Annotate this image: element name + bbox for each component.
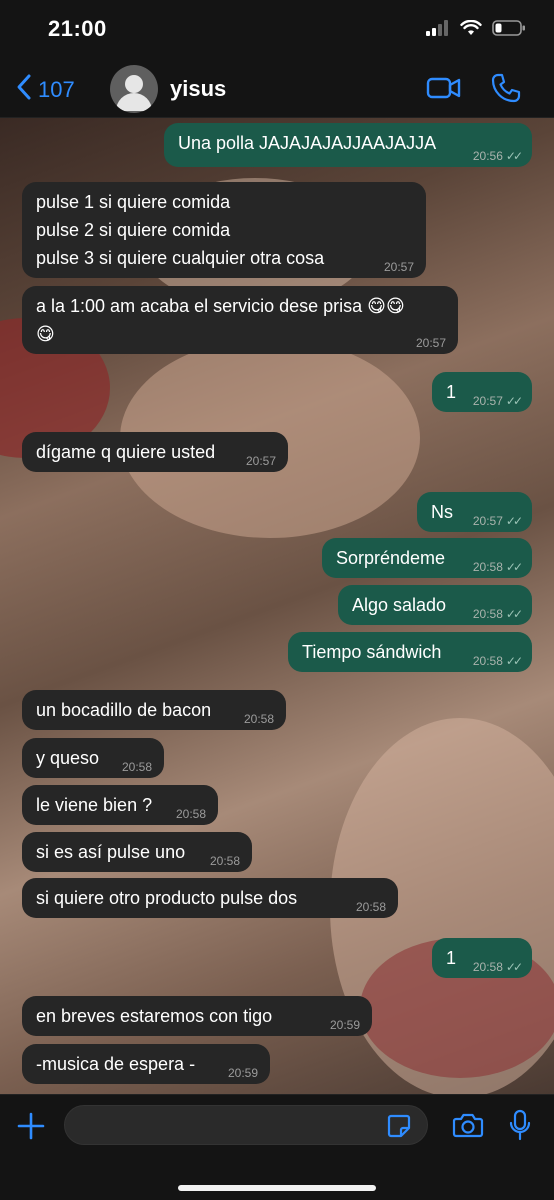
message-time: 20:58 [243, 712, 274, 726]
back-button[interactable]: 107 [16, 73, 75, 107]
message-time: 20:56 [472, 149, 503, 163]
contact-avatar[interactable] [110, 65, 158, 113]
message-time: 20:58 [355, 900, 386, 914]
sticker-icon[interactable] [386, 1113, 412, 1144]
person-icon [116, 75, 152, 111]
chat-area[interactable]: Una polla JAJAJAJAJJAAJAJJA 20:56 ✓✓ puls… [0, 118, 554, 1094]
message-bubble-incoming[interactable]: si quiere otro producto pulse dos 20:58 [22, 878, 398, 918]
contact-name[interactable]: yisus [170, 76, 226, 102]
message-time: 20:58 [472, 607, 503, 621]
message-time: 20:58 [472, 560, 503, 574]
message-text: a la 1:00 am acaba el servicio dese pris… [36, 296, 405, 344]
message-time: 20:59 [227, 1066, 258, 1080]
double-check-icon: ✓✓ [505, 149, 523, 163]
message-time: 20:57 [415, 336, 446, 350]
message-bubble-incoming[interactable]: si es así pulse uno 20:58 [22, 832, 252, 872]
message-bubble-incoming[interactable]: un bocadillo de bacon 20:58 [22, 690, 286, 730]
message-text: -musica de espera - [36, 1054, 196, 1074]
double-check-icon: ✓✓ [505, 607, 523, 621]
microphone-icon[interactable] [508, 1109, 532, 1148]
message-bubble-incoming[interactable]: le viene bien ? 20:58 [22, 785, 218, 825]
double-check-icon: ✓✓ [505, 514, 523, 528]
message-bubble-incoming[interactable]: pulse 1 si quiere comida pulse 2 si quie… [22, 182, 426, 278]
message-bubble-outgoing[interactable]: Sorpréndeme 20:58 ✓✓ [322, 538, 532, 578]
message-bubble-outgoing[interactable]: Una polla JAJAJAJAJJAAJAJJA 20:56 ✓✓ [164, 123, 532, 167]
message-text: en breves estaremos con tigo [36, 1006, 273, 1026]
message-time: 20:58 [175, 807, 206, 821]
message-bubble-incoming[interactable]: y queso 20:58 [22, 738, 164, 778]
message-bubble-incoming[interactable]: dígame q quiere usted 20:57 [22, 432, 288, 472]
message-time: 20:57 [472, 394, 503, 408]
message-time: 20:58 [209, 854, 240, 868]
message-bubble-incoming[interactable]: -musica de espera - 20:59 [22, 1044, 270, 1084]
composer-bar [0, 1094, 554, 1200]
status-bar: 21:00 [0, 0, 554, 60]
cellular-signal-icon [426, 20, 450, 41]
message-bubble-outgoing[interactable]: 1 20:57 ✓✓ [432, 372, 532, 412]
status-time: 21:00 [48, 16, 107, 41]
message-text: si quiere otro producto pulse dos [36, 888, 298, 908]
message-time: 20:58 [472, 960, 503, 974]
message-bubble-incoming[interactable]: en breves estaremos con tigo 20:59 [22, 996, 372, 1036]
battery-icon [492, 20, 526, 41]
double-check-icon: ✓✓ [505, 394, 523, 408]
message-input[interactable] [64, 1105, 428, 1145]
message-time: 20:57 [472, 514, 503, 528]
message-bubble-outgoing[interactable]: Tiempo sándwich 20:58 ✓✓ [288, 632, 532, 672]
chevron-left-icon [16, 73, 32, 107]
message-bubble-outgoing[interactable]: 1 20:58 ✓✓ [432, 938, 532, 978]
double-check-icon: ✓✓ [505, 654, 523, 668]
video-call-icon[interactable] [426, 74, 462, 107]
message-time: 20:59 [329, 1018, 360, 1032]
chat-header: 107 yisus [0, 60, 554, 118]
message-text: si es así pulse uno [36, 842, 186, 862]
message-bubble-outgoing[interactable]: Ns 20:57 ✓✓ [417, 492, 532, 532]
message-text: pulse 1 si quiere comida pulse 2 si quie… [36, 192, 325, 268]
message-text: un bocadillo de bacon [36, 700, 212, 720]
status-icons [426, 19, 526, 41]
message-text: Una polla JAJAJAJAJJAAJAJJA [178, 133, 437, 153]
message-time: 20:57 [245, 454, 276, 468]
message-time: 20:58 [472, 654, 503, 668]
unread-count: 107 [38, 77, 75, 102]
double-check-icon: ✓✓ [505, 560, 523, 574]
camera-icon[interactable] [452, 1111, 484, 1144]
double-check-icon: ✓✓ [505, 960, 523, 974]
message-time: 20:57 [383, 260, 414, 274]
home-indicator[interactable] [178, 1185, 376, 1191]
message-text: dígame q quiere usted [36, 442, 216, 462]
message-time: 20:58 [121, 760, 152, 774]
wifi-icon [460, 19, 482, 41]
message-bubble-outgoing[interactable]: Algo salado 20:58 ✓✓ [338, 585, 532, 625]
plus-icon[interactable] [16, 1111, 46, 1146]
message-bubble-incoming[interactable]: a la 1:00 am acaba el servicio dese pris… [22, 286, 458, 354]
phone-icon[interactable] [490, 72, 522, 109]
